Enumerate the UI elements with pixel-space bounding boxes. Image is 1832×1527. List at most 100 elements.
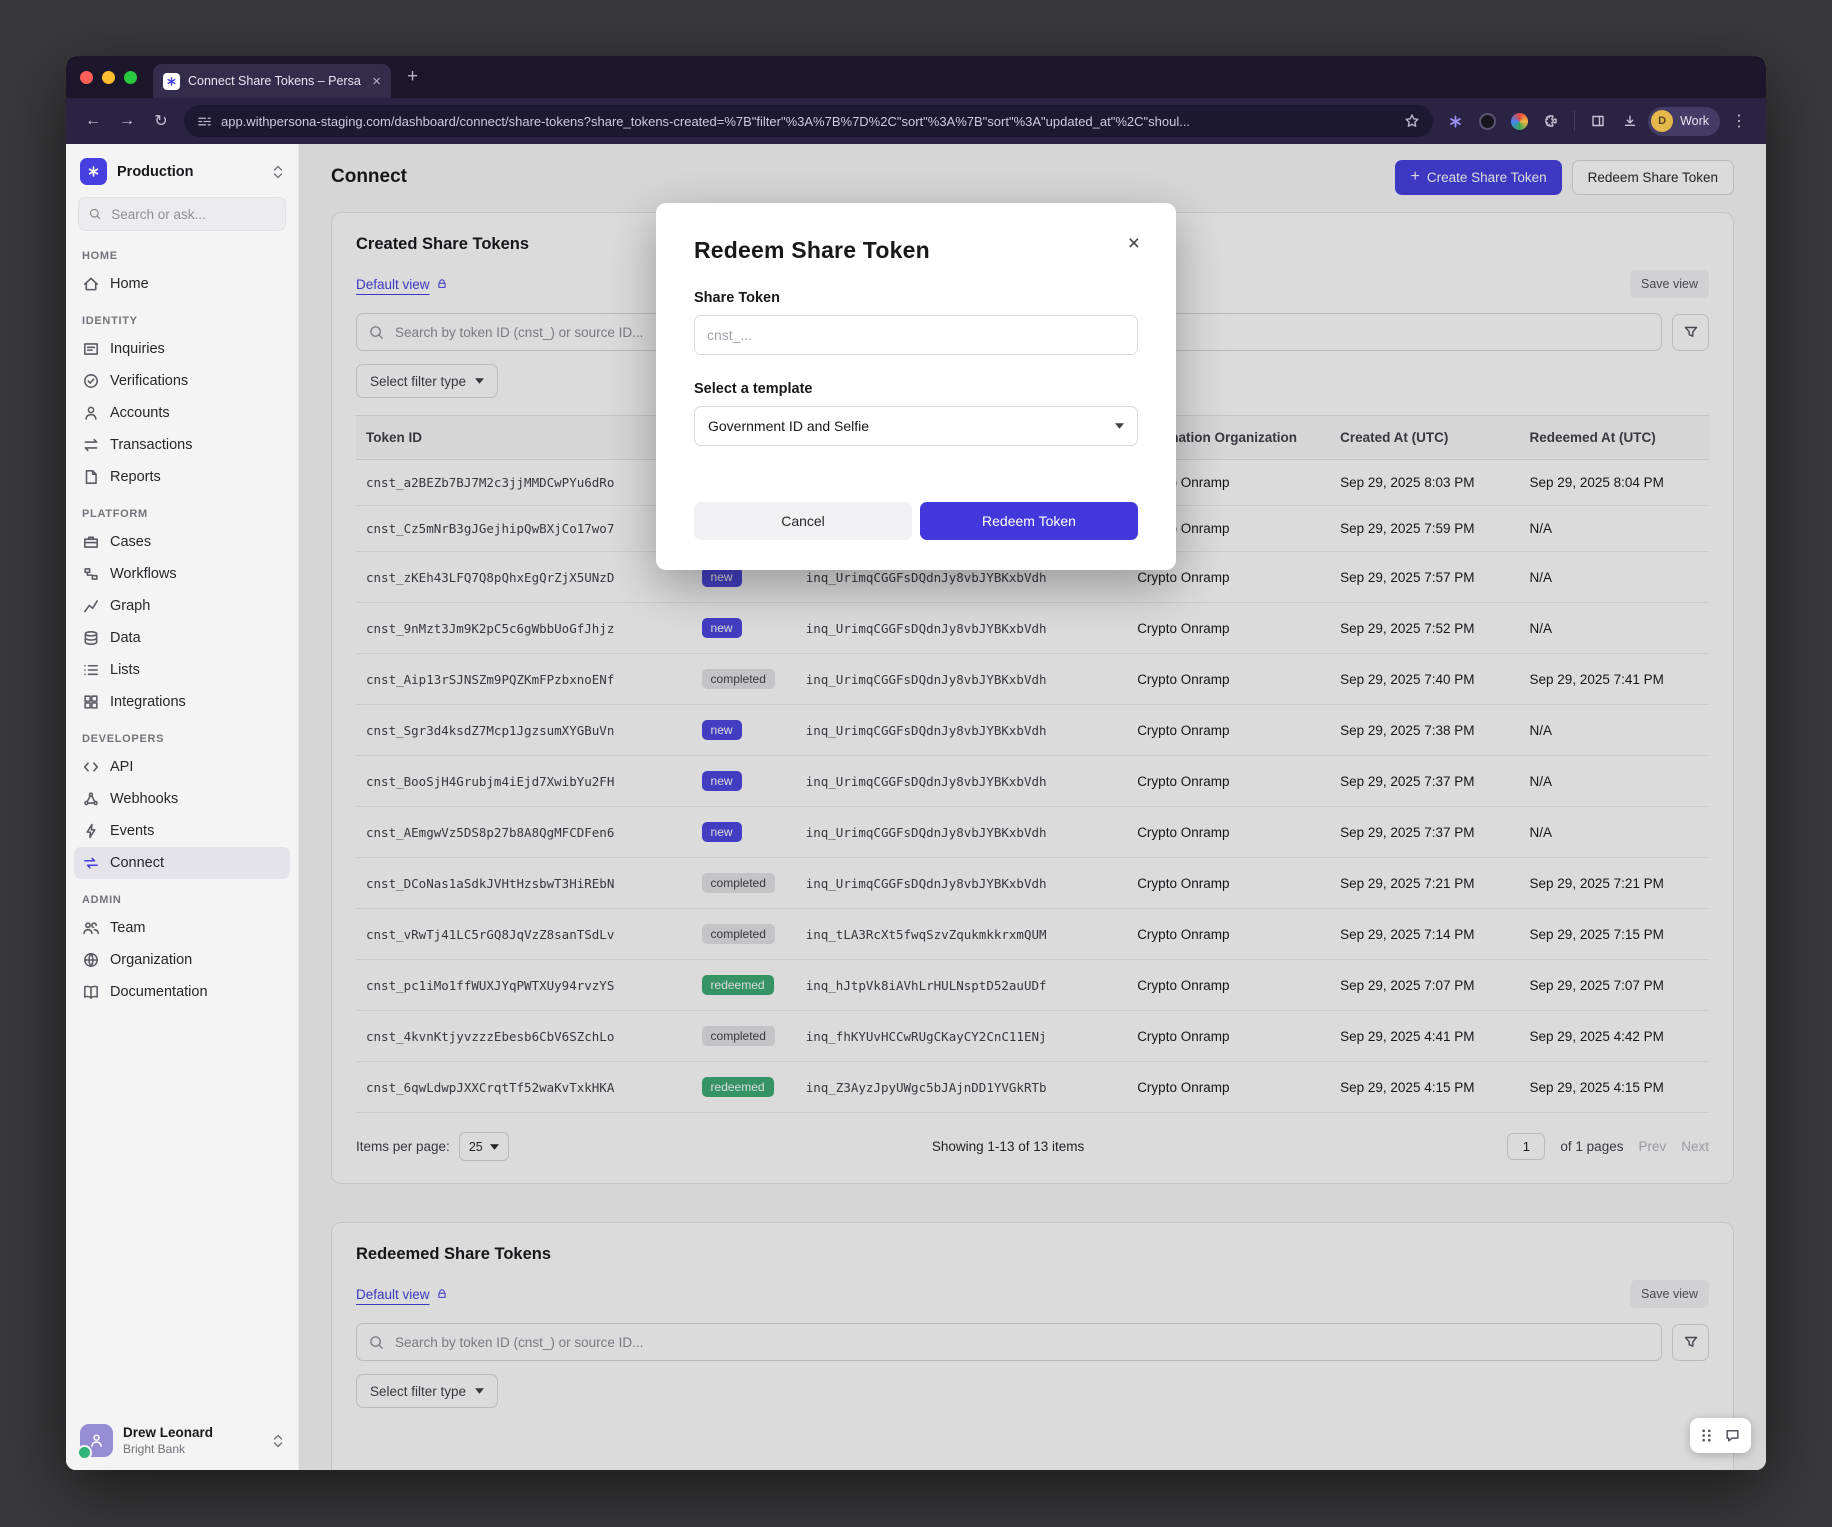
org-logo-icon xyxy=(80,158,107,185)
back-button[interactable]: ← xyxy=(78,106,108,136)
inquiries-icon xyxy=(82,340,100,358)
browser-tab[interactable]: Connect Share Tokens – Persa × xyxy=(153,64,391,98)
sidebar-search[interactable] xyxy=(78,197,286,231)
connect-icon xyxy=(82,854,100,872)
api-icon xyxy=(82,758,100,776)
reports-icon xyxy=(82,468,100,486)
transactions-icon xyxy=(82,436,100,454)
sidebar-item-label: Cases xyxy=(110,534,151,550)
url-text: app.withpersona-staging.com/dashboard/co… xyxy=(221,114,1395,129)
help-widget[interactable] xyxy=(1690,1418,1751,1453)
sidebar-item-label: Accounts xyxy=(110,405,170,421)
sidebar-item-data[interactable]: Data xyxy=(74,622,290,654)
sidebar-item-organization[interactable]: Organization xyxy=(74,944,290,976)
sidebar-section-identity: IDENTITY xyxy=(74,300,290,333)
redeem-share-token-modal: Redeem Share Token × Share Token Select … xyxy=(656,203,1176,570)
extension-color-icon[interactable] xyxy=(1505,107,1533,135)
profile-label: Work xyxy=(1680,114,1709,128)
downloads-icon[interactable] xyxy=(1616,107,1644,135)
redeem-token-button[interactable]: Redeem Token xyxy=(920,502,1138,540)
side-panel-icon[interactable] xyxy=(1584,107,1612,135)
sidebar-item-home[interactable]: Home xyxy=(74,268,290,300)
user-menu[interactable]: Drew Leonard Bright Bank xyxy=(66,1411,298,1470)
sidebar-item-inquiries[interactable]: Inquiries xyxy=(74,333,290,365)
tab-title: Connect Share Tokens – Persa xyxy=(188,74,364,88)
chevron-updown-icon xyxy=(272,164,284,180)
sidebar-item-label: Documentation xyxy=(110,984,208,1000)
sidebar-item-label: Connect xyxy=(110,855,164,871)
chevron-updown-icon xyxy=(272,1433,284,1449)
chat-bubble-icon[interactable] xyxy=(1724,1427,1741,1444)
maximize-window-button[interactable] xyxy=(124,71,137,84)
sidebar-item-integrations[interactable]: Integrations xyxy=(74,686,290,718)
sidebar-item-accounts[interactable]: Accounts xyxy=(74,397,290,429)
sidebar-item-workflows[interactable]: Workflows xyxy=(74,558,290,590)
template-label: Select a template xyxy=(694,381,1138,397)
sidebar-search-input[interactable] xyxy=(109,206,275,223)
cases-icon xyxy=(82,533,100,551)
close-window-button[interactable] xyxy=(80,71,93,84)
sidebar-item-label: Team xyxy=(110,920,145,936)
sidebar-item-label: Workflows xyxy=(110,566,177,582)
sidebar-item-lists[interactable]: Lists xyxy=(74,654,290,686)
share-token-input[interactable] xyxy=(694,315,1138,355)
sidebar-item-webhooks[interactable]: Webhooks xyxy=(74,783,290,815)
browser-profile-chip[interactable]: D Work xyxy=(1648,107,1720,136)
sidebar-item-events[interactable]: Events xyxy=(74,815,290,847)
sidebar-section-admin: ADMIN xyxy=(74,879,290,912)
reload-button[interactable]: ↻ xyxy=(146,106,176,136)
workflows-icon xyxy=(82,565,100,583)
home-icon xyxy=(82,275,100,293)
sidebar-item-reports[interactable]: Reports xyxy=(74,461,290,493)
sidebar-item-label: Integrations xyxy=(110,694,186,710)
sidebar-item-cases[interactable]: Cases xyxy=(74,526,290,558)
browser-menu-icon[interactable]: ⋮ xyxy=(1724,106,1754,136)
sidebar-item-api[interactable]: API xyxy=(74,751,290,783)
browser-window: Connect Share Tokens – Persa × + ← → ↻ a… xyxy=(66,56,1766,1470)
sidebar-item-transactions[interactable]: Transactions xyxy=(74,429,290,461)
modal-close-icon[interactable]: × xyxy=(1124,229,1144,258)
window-controls xyxy=(80,71,137,84)
new-tab-button[interactable]: + xyxy=(399,66,426,88)
sidebar-item-team[interactable]: Team xyxy=(74,912,290,944)
sidebar-item-label: Reports xyxy=(110,469,161,485)
drag-handle-icon[interactable] xyxy=(1700,1428,1713,1443)
sidebar-item-verifications[interactable]: Verifications xyxy=(74,365,290,397)
sidebar-item-graph[interactable]: Graph xyxy=(74,590,290,622)
sidebar-item-connect[interactable]: Connect xyxy=(74,847,290,879)
desktop-background: Connect Share Tokens – Persa × + ← → ↻ a… xyxy=(0,0,1832,1527)
graph-icon xyxy=(82,597,100,615)
share-token-label: Share Token xyxy=(694,290,1138,306)
sidebar-item-documentation[interactable]: Documentation xyxy=(74,976,290,1008)
sidebar-item-label: Verifications xyxy=(110,373,188,389)
sidebar-item-label: API xyxy=(110,759,133,775)
template-select[interactable]: Government ID and Selfie xyxy=(694,406,1138,446)
events-icon xyxy=(82,822,100,840)
extension-dark-icon[interactable] xyxy=(1473,107,1501,135)
sidebar-item-label: Home xyxy=(110,276,149,292)
address-bar[interactable]: app.withpersona-staging.com/dashboard/co… xyxy=(184,105,1433,137)
sidebar-item-label: Organization xyxy=(110,952,192,968)
lists-icon xyxy=(82,661,100,679)
cancel-button[interactable]: Cancel xyxy=(694,502,912,540)
forward-button[interactable]: → xyxy=(112,106,142,136)
minimize-window-button[interactable] xyxy=(102,71,115,84)
integrations-icon xyxy=(82,693,100,711)
sidebar-item-label: Transactions xyxy=(110,437,192,453)
sidebar-item-label: Webhooks xyxy=(110,791,178,807)
sidebar-section-home: HOME xyxy=(74,235,290,268)
site-info-icon[interactable] xyxy=(197,114,212,129)
sidebar-item-label: Inquiries xyxy=(110,341,165,357)
persona-extension-icon[interactable] xyxy=(1441,107,1469,135)
extensions-puzzle-icon[interactable] xyxy=(1537,107,1565,135)
bookmark-star-icon[interactable] xyxy=(1404,113,1420,129)
profile-avatar: D xyxy=(1651,110,1673,132)
tab-close-icon[interactable]: × xyxy=(372,73,381,90)
webhooks-icon xyxy=(82,790,100,808)
org-switcher[interactable]: Production xyxy=(66,144,298,195)
sidebar-item-label: Lists xyxy=(110,662,140,678)
data-icon xyxy=(82,629,100,647)
browser-toolbar: ← → ↻ app.withpersona-staging.com/dashbo… xyxy=(66,98,1766,144)
modal-title: Redeem Share Token xyxy=(694,237,1138,264)
sidebar-item-label: Events xyxy=(110,823,154,839)
